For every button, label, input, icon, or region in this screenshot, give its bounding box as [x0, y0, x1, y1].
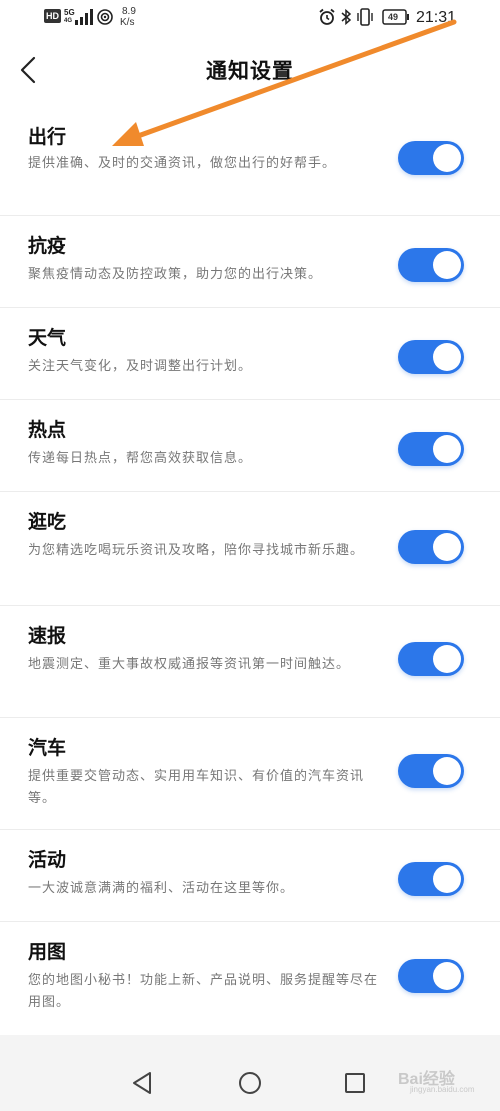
setting-description: 关注天气变化，及时调整出行计划。: [28, 359, 253, 374]
triangle-back-icon: [133, 1072, 151, 1094]
toggle-knob: [433, 533, 461, 561]
setting-title: 汽车: [28, 737, 67, 759]
network-sub-type: 4G: [64, 18, 73, 24]
toggle-switch-flash-report[interactable]: [398, 642, 464, 676]
network-speed-unit: K/s: [120, 17, 135, 28]
toggle-switch-epidemic[interactable]: [398, 248, 464, 282]
setting-item-weather: 天气 关注天气变化，及时调整出行计划。: [0, 308, 500, 400]
toggle-switch-food[interactable]: [398, 530, 464, 564]
setting-title: 抗疫: [28, 235, 67, 257]
nav-recents-button[interactable]: [338, 1066, 372, 1100]
watermark-sub: jingyan.baidu.com: [410, 1085, 475, 1094]
toggle-knob: [433, 962, 461, 990]
nav-home-button[interactable]: [233, 1066, 267, 1100]
setting-item-travel: 出行 提供准确、及时的交通资讯，做您出行的好帮手。: [0, 106, 500, 216]
toggle-knob: [433, 645, 461, 673]
bluetooth-icon: [341, 8, 352, 26]
setting-description: 为您精选吃喝玩乐资讯及攻略，陪你寻找城市新乐趣。: [28, 543, 365, 558]
setting-title: 逛吃: [28, 511, 67, 533]
clock: 21:31: [416, 9, 457, 26]
toggle-knob: [433, 757, 461, 785]
setting-item-map-usage: 用图 您的地图小秘书！功能上新、产品说明、服务提醒等尽在用图。: [0, 922, 500, 1035]
toggle-knob: [433, 435, 461, 463]
system-nav-bar: Bai经验 jingyan.baidu.com: [0, 1054, 500, 1111]
toggle-switch-car[interactable]: [398, 754, 464, 788]
setting-description: 一大波诚意满满的福利、活动在这里等你。: [28, 881, 295, 896]
setting-description: 您的地图小秘书！功能上新、产品说明、服务提醒等尽在用图。: [28, 973, 379, 1010]
network-speed-value: 8.9: [122, 6, 136, 17]
toggle-knob: [433, 865, 461, 893]
status-bar: HD 5G 4G 8.9 K/s 49 21:31: [0, 0, 500, 38]
toggle-knob: [433, 251, 461, 279]
setting-item-hotspot: 热点 传递每日热点，帮您高效获取信息。: [0, 400, 500, 492]
vibrate-icon: [357, 8, 373, 26]
square-recents-icon: [345, 1073, 365, 1093]
setting-description: 聚焦疫情动态及防控政策，助力您的出行决策。: [28, 267, 323, 282]
battery-level: 49: [388, 12, 399, 22]
signal-icon: [75, 9, 93, 25]
setting-item-car: 汽车 提供重要交管动态、实用用车知识、有价值的汽车资讯等。: [0, 718, 500, 830]
toggle-switch-weather[interactable]: [398, 340, 464, 374]
toggle-knob: [433, 343, 461, 371]
toggle-knob: [433, 144, 461, 172]
toggle-switch-map-usage[interactable]: [398, 959, 464, 993]
header: 通知设置: [0, 38, 500, 106]
setting-title: 活动: [28, 849, 67, 871]
setting-description: 地震测定、重大事故权威通报等资讯第一时间触达。: [28, 657, 351, 672]
nav-back-button[interactable]: [126, 1066, 160, 1100]
setting-title: 速报: [28, 625, 67, 647]
setting-item-events: 活动 一大波诚意满满的福利、活动在这里等你。: [0, 830, 500, 922]
toggle-switch-travel[interactable]: [398, 141, 464, 175]
notification-settings-list: 出行 提供准确、及时的交通资讯，做您出行的好帮手。 抗疫 聚焦疫情动态及防控政策…: [0, 106, 500, 1035]
setting-title: 用图: [28, 941, 67, 963]
setting-item-food: 逛吃 为您精选吃喝玩乐资讯及攻略，陪你寻找城市新乐趣。: [0, 492, 500, 606]
hotspot-icon: [97, 9, 113, 25]
setting-description: 传递每日热点，帮您高效获取信息。: [28, 451, 253, 466]
baidu-jingyan-watermark: Bai经验 jingyan.baidu.com: [398, 1061, 478, 1097]
setting-description: 提供准确、及时的交通资讯，做您出行的好帮手。: [28, 156, 337, 171]
hd-badge: HD: [44, 9, 61, 23]
setting-title: 天气: [28, 327, 67, 349]
setting-title: 热点: [28, 419, 67, 441]
circle-home-icon: [239, 1072, 261, 1094]
page-title: 通知设置: [206, 59, 294, 83]
alarm-icon: [319, 8, 335, 25]
setting-title: 出行: [28, 126, 67, 148]
setting-item-epidemic: 抗疫 聚焦疫情动态及防控政策，助力您的出行决策。: [0, 216, 500, 308]
toggle-switch-events[interactable]: [398, 862, 464, 896]
setting-item-flash-report: 速报 地震测定、重大事故权威通报等资讯第一时间触达。: [0, 606, 500, 718]
toggle-switch-hotspot[interactable]: [398, 432, 464, 466]
setting-description: 提供重要交管动态、实用用车知识、有价值的汽车资讯等。: [28, 769, 365, 806]
